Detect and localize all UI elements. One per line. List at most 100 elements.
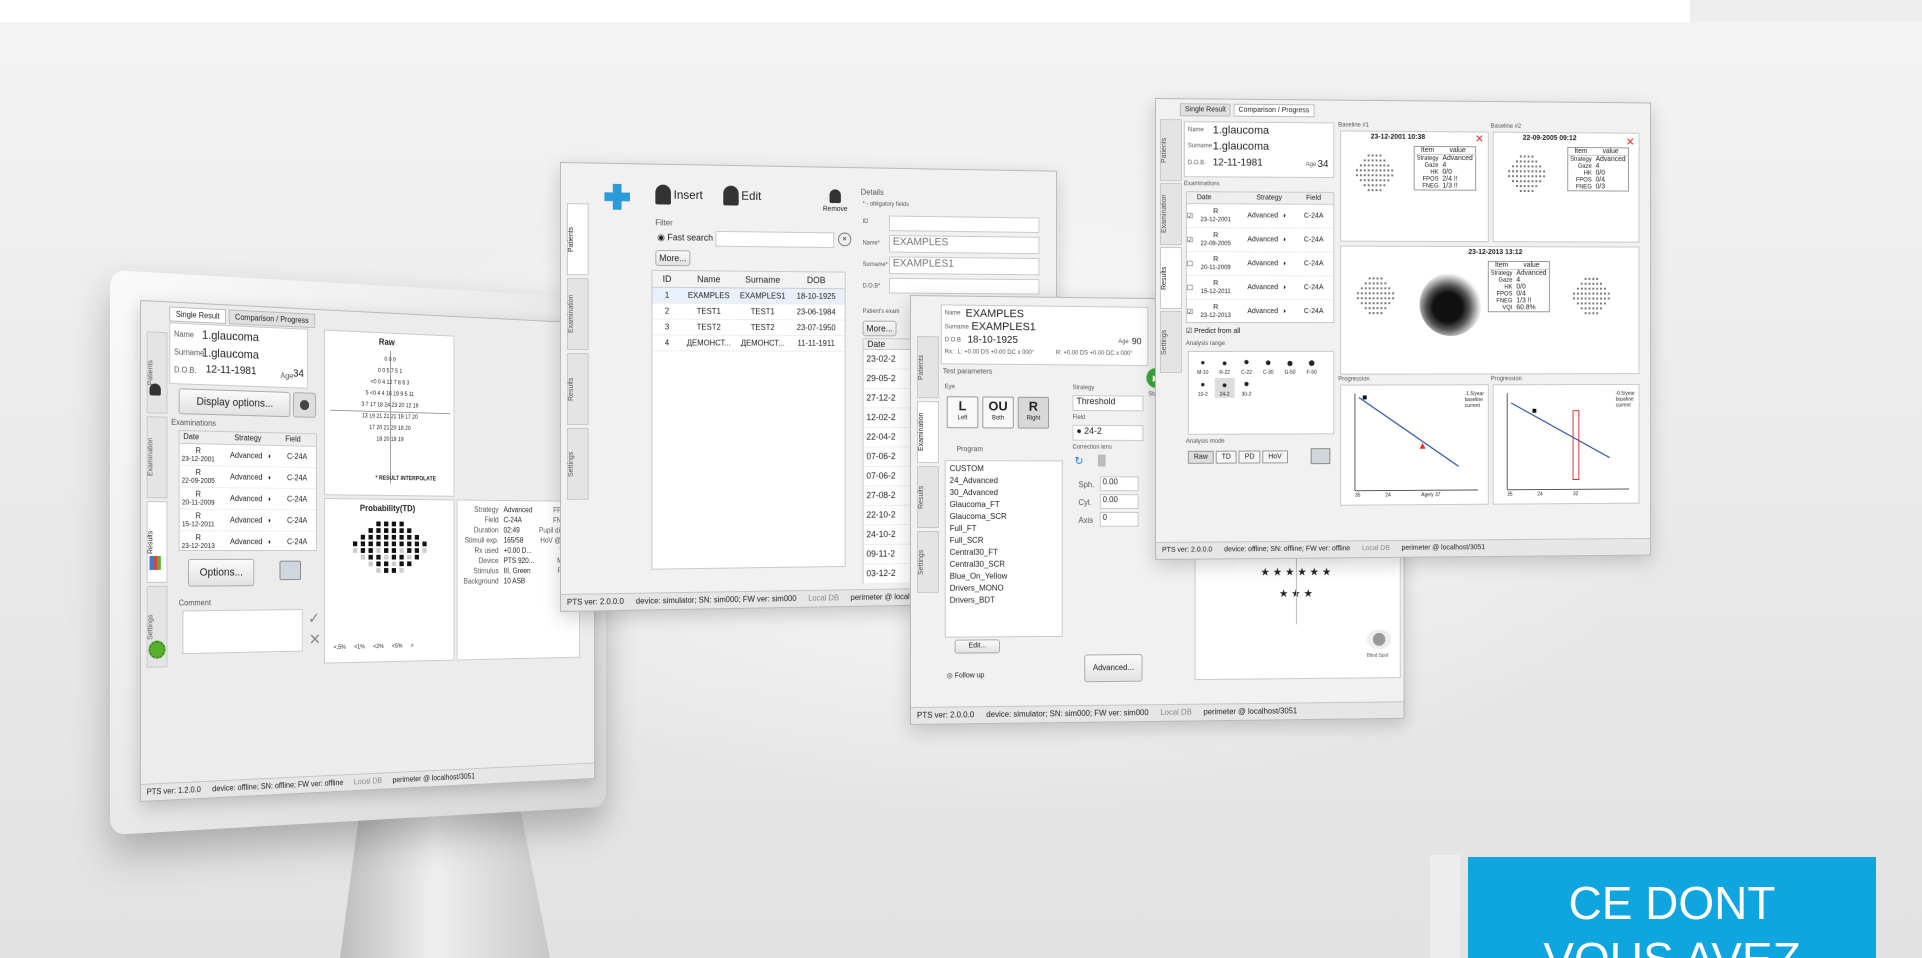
program-item[interactable]: Drivers_BDT xyxy=(950,594,1058,607)
confirm-check-icon[interactable]: ✓ xyxy=(308,609,320,628)
tab-single-result[interactable]: Single Result xyxy=(1179,103,1231,117)
print-icon[interactable] xyxy=(1310,448,1331,465)
display-options-button[interactable]: Display options... xyxy=(178,388,291,418)
side-tab-settings[interactable]: Settings xyxy=(566,427,589,500)
side-tab-results[interactable]: Results xyxy=(1159,247,1182,310)
predict-checkbox[interactable]: ☑ Predict from all xyxy=(1186,327,1241,335)
eye-button-left[interactable]: L Left xyxy=(946,396,979,429)
options-button[interactable]: Options... xyxy=(188,558,255,587)
side-tab-patients[interactable]: Patients xyxy=(916,336,939,399)
program-item[interactable]: CUSTOM xyxy=(950,463,1058,475)
program-item[interactable]: Blue_On_Yellow xyxy=(950,570,1058,582)
side-tab-examination[interactable]: Examination xyxy=(566,278,589,351)
range-button[interactable]: ● C-22 xyxy=(1237,356,1257,376)
range-button[interactable]: ● R-22 xyxy=(1215,356,1235,376)
exam-row[interactable]: ☑ R 23-12-2001 Advanced ◑ C-24A xyxy=(1186,204,1334,229)
col-strategy[interactable]: Strategy xyxy=(220,432,275,445)
name-field[interactable]: EXAMPLES xyxy=(889,235,1040,255)
eye-button-right[interactable]: R Right xyxy=(1017,396,1050,429)
mode-button[interactable]: PD xyxy=(1238,450,1261,464)
exam-checkbox[interactable]: ☑ xyxy=(1187,236,1197,244)
edit-program-button[interactable]: Edit... xyxy=(954,639,1001,654)
lens-icon[interactable] xyxy=(1097,454,1106,467)
patient-row[interactable]: 3 TEST2 TEST2 23-07-1950 xyxy=(652,319,845,337)
range-button[interactable]: ● 10-2 xyxy=(1193,378,1213,398)
exam-row[interactable]: ☐ R 15-12-2011 Advanced ◑ C-24A xyxy=(1186,276,1334,301)
program-item[interactable]: Central30_SCR xyxy=(950,559,1058,571)
program-item[interactable]: Glaucoma_FT xyxy=(950,499,1058,511)
program-item[interactable]: 24_Advanced xyxy=(950,475,1058,487)
program-item[interactable]: Drivers_MONO xyxy=(950,582,1058,594)
clear-search-icon[interactable]: × xyxy=(838,232,852,247)
col-id[interactable]: ID xyxy=(652,271,681,287)
side-tab-results[interactable]: Results xyxy=(566,353,589,425)
range-button[interactable]: ● 30-2 xyxy=(1237,378,1257,398)
exam-row[interactable]: R 23-12-2001 Advanced ◑ C-24A xyxy=(179,443,317,469)
remove-button[interactable]: Remove xyxy=(823,189,848,214)
program-item[interactable]: Central30_FT xyxy=(950,547,1058,559)
program-item[interactable]: 30_Advanced xyxy=(950,487,1058,499)
col-field[interactable]: Field xyxy=(275,433,311,445)
exam-checkbox[interactable]: ☑ xyxy=(1187,308,1197,316)
cyl-input[interactable]: 0.00 xyxy=(1099,494,1139,510)
col-dob[interactable]: DOB xyxy=(790,272,843,288)
patient-row[interactable]: 4 ДЕМОНСТ... ДЕМОНСТ... 11-11-1911 xyxy=(652,335,845,352)
col-strategy[interactable]: Strategy xyxy=(1244,192,1293,203)
field-select[interactable]: ● 24-2 xyxy=(1072,424,1144,441)
side-tab-patients[interactable]: Patients xyxy=(1159,119,1182,182)
col-field[interactable]: Field xyxy=(1294,193,1333,204)
program-item[interactable]: Full_FT xyxy=(950,523,1058,535)
patient-row[interactable]: 1 EXAMPLES EXAMPLES1 18-10-1925 xyxy=(652,287,845,305)
mode-button[interactable]: HoV xyxy=(1262,450,1288,464)
side-tab-examination[interactable]: Examination xyxy=(916,401,939,464)
more-button[interactable]: More... xyxy=(655,250,691,267)
range-button[interactable]: ● G-50 xyxy=(1280,356,1300,376)
range-button[interactable]: ● 24-2 xyxy=(1214,377,1235,398)
col-name[interactable]: Name xyxy=(682,271,736,287)
program-item[interactable]: Full_SCR xyxy=(950,535,1058,547)
advanced-button[interactable]: Advanced... xyxy=(1084,654,1143,683)
exam-row[interactable]: ☐ R 20-11-2009 Advanced ◑ C-24A xyxy=(1186,252,1334,277)
eye-button-both[interactable]: OU Both xyxy=(982,396,1014,429)
exam-row[interactable]: R 23-12-2013 Advanced ◑ C-24A xyxy=(179,531,317,553)
col-date[interactable]: Date xyxy=(180,431,221,444)
range-button[interactable]: ● F-50 xyxy=(1302,355,1322,376)
exam-row[interactable]: R 15-12-2011 Advanced ◑ C-24A xyxy=(179,509,317,532)
print-icon[interactable] xyxy=(279,560,301,581)
exam-row[interactable]: R 20-11-2009 Advanced ◑ C-24A xyxy=(179,487,317,511)
exam-row[interactable]: ☑ R 23-12-2013 Advanced ◑ C-24A xyxy=(1186,300,1334,325)
fast-search-radio[interactable]: ◉ Fast search xyxy=(657,232,713,244)
edit-button[interactable]: Edit xyxy=(723,185,761,206)
side-tab-patients[interactable]: Patients xyxy=(146,331,168,414)
refresh-icon[interactable]: ↻ xyxy=(1074,455,1083,468)
patient-row[interactable]: 2 TEST1 TEST1 23-06-1984 xyxy=(652,303,845,321)
tab-single-result[interactable]: Single Result xyxy=(169,306,227,325)
sph-input[interactable]: 0.00 xyxy=(1099,476,1139,492)
col-surname[interactable]: Surname xyxy=(736,272,790,288)
cancel-x-icon[interactable]: ✕ xyxy=(309,630,321,650)
range-button[interactable]: ● M-10 xyxy=(1193,356,1213,376)
surname-field[interactable]: EXAMPLES1 xyxy=(889,256,1040,276)
side-tab-settings[interactable]: Settings xyxy=(916,530,939,593)
exam-row[interactable]: ☑ R 22-09-2005 Advanced ◑ C-24A xyxy=(1186,228,1334,253)
mode-button[interactable]: Raw xyxy=(1187,450,1214,464)
side-tab-patients[interactable]: Patients xyxy=(566,203,589,276)
insert-button[interactable]: Insert xyxy=(655,184,703,206)
exam-checkbox[interactable]: ☐ xyxy=(1187,284,1197,292)
side-tab-results[interactable]: Results xyxy=(146,501,168,583)
dob-field[interactable] xyxy=(889,277,1040,295)
program-item[interactable]: Glaucoma_SCR xyxy=(950,511,1058,523)
range-button[interactable]: ● C-30 xyxy=(1258,356,1278,376)
close-baseline1-icon[interactable]: ✕ xyxy=(1475,132,1484,145)
exam-checkbox[interactable]: ☐ xyxy=(1187,260,1197,268)
comment-field[interactable] xyxy=(182,609,303,655)
visual-field-warning-icon[interactable] xyxy=(292,392,317,418)
tab-comparison-progress[interactable]: Comparison / Progress xyxy=(1233,103,1315,118)
side-tab-settings[interactable]: Settings xyxy=(1159,311,1182,373)
more-exams-button[interactable]: More... xyxy=(862,320,897,337)
side-tab-examination[interactable]: Examination xyxy=(146,416,168,499)
follow-up-toggle[interactable]: ◎ Follow up xyxy=(947,671,985,679)
col-date[interactable]: Date xyxy=(1187,192,1245,203)
exam-row[interactable]: R 22-09-2005 Advanced ◑ C-24A xyxy=(179,465,317,490)
strategy-select[interactable]: Threshold xyxy=(1072,395,1144,412)
